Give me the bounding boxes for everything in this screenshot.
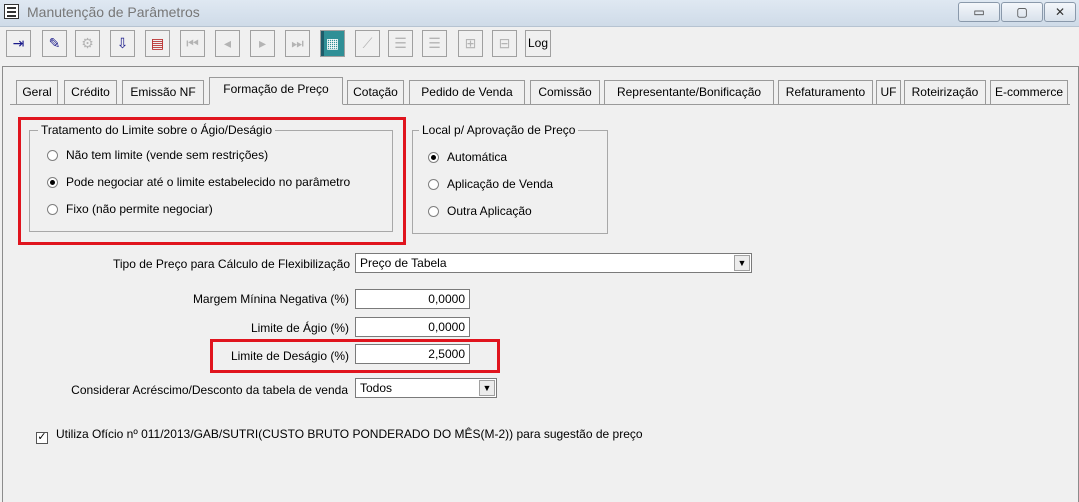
radio-automatica[interactable]: Automática bbox=[428, 150, 507, 164]
tab-credito[interactable]: Crédito bbox=[64, 80, 117, 104]
disabled-icon-2[interactable]: ☰ bbox=[388, 30, 413, 57]
eraser-icon[interactable]: ✎ bbox=[42, 30, 67, 57]
last-icon[interactable]: ⏭ bbox=[285, 30, 310, 57]
chevron-down-icon[interactable]: ▼ bbox=[479, 380, 495, 396]
checkbox-check-icon[interactable]: ✓ bbox=[36, 432, 48, 444]
title-bar: Manutenção de Parâmetros ▭ ▢ ✕ bbox=[0, 0, 1079, 27]
tab-pedido-de-venda[interactable]: Pedido de Venda bbox=[409, 80, 525, 104]
app-icon bbox=[4, 4, 19, 19]
highlight-box-desagio bbox=[210, 339, 500, 373]
tipo-preco-select[interactable]: Preço de Tabela ▼ bbox=[355, 253, 752, 273]
tab-cotacao[interactable]: Cotação bbox=[347, 80, 404, 104]
print-icon[interactable]: ▤ bbox=[145, 30, 170, 57]
download-icon[interactable]: ⇩ bbox=[110, 30, 135, 57]
radio-label: Aplicação de Venda bbox=[447, 177, 554, 191]
tab-emissao-nf[interactable]: Emissão NF bbox=[122, 80, 204, 104]
window-title: Manutenção de Parâmetros bbox=[27, 4, 200, 20]
chevron-down-icon[interactable]: ▼ bbox=[734, 255, 750, 271]
disabled-icon-1[interactable]: ⟋ bbox=[355, 30, 380, 57]
grid-icon[interactable]: ▦ bbox=[320, 30, 345, 57]
radio-label: Outra Aplicação bbox=[447, 204, 532, 218]
tab-divider bbox=[10, 104, 1070, 105]
next-icon[interactable]: ▸ bbox=[250, 30, 275, 57]
tab-representante-bonificacao[interactable]: Representante/Bonificação bbox=[604, 80, 774, 104]
tab-e-commerce[interactable]: E-commerce bbox=[990, 80, 1068, 104]
log-button[interactable]: Log bbox=[525, 30, 551, 57]
radio-button[interactable] bbox=[428, 179, 439, 190]
tab-uf[interactable]: UF bbox=[876, 80, 901, 104]
tab-geral[interactable]: Geral bbox=[16, 80, 58, 104]
highlight-box-tratamento bbox=[18, 117, 406, 245]
margem-input[interactable]: 0,0000 bbox=[355, 289, 470, 309]
margem-label: Margem Mínina Negativa (%) bbox=[192, 292, 349, 306]
tab-roteirizacao[interactable]: Roteirização bbox=[904, 80, 986, 104]
tab-formacao-de-preco[interactable]: Formação de Preço bbox=[209, 77, 343, 105]
disabled-icon-4[interactable]: ⊞ bbox=[458, 30, 483, 57]
radio-aplicacao-venda[interactable]: Aplicação de Venda bbox=[428, 177, 553, 191]
disabled-icon-5[interactable]: ⊟ bbox=[492, 30, 517, 57]
considerar-select[interactable]: Todos ▼ bbox=[355, 378, 497, 398]
maximize-button[interactable]: ▢ bbox=[1001, 2, 1043, 22]
toolbar: ⇥ ✎ ⚙ ⇩ ▤ ⏮ ◂ ▸ ⏭ ▦ ⟋ ☰ ☰ ⊞ ⊟ Log bbox=[0, 27, 1079, 63]
close-button[interactable]: ✕ bbox=[1044, 2, 1076, 22]
first-icon[interactable]: ⏮ bbox=[180, 30, 205, 57]
radio-button[interactable] bbox=[428, 206, 439, 217]
radio-outra-aplicacao[interactable]: Outra Aplicação bbox=[428, 204, 532, 218]
disabled-icon-3[interactable]: ☰ bbox=[422, 30, 447, 57]
tab-refaturamento[interactable]: Refaturamento bbox=[778, 80, 873, 104]
exit-icon[interactable]: ⇥ bbox=[6, 30, 31, 57]
considerar-value: Todos bbox=[360, 381, 393, 395]
tools-icon[interactable]: ⚙ bbox=[75, 30, 100, 57]
tipo-preco-value: Preço de Tabela bbox=[360, 256, 447, 270]
radio-label: Automática bbox=[447, 150, 508, 164]
tab-comissao[interactable]: Comissão bbox=[530, 80, 600, 104]
agio-input[interactable]: 0,0000 bbox=[355, 317, 470, 337]
prev-icon[interactable]: ◂ bbox=[215, 30, 240, 57]
oficio-label: Utiliza Ofício nº 011/2013/GAB/SUTRI(CUS… bbox=[56, 427, 643, 441]
oficio-checkbox[interactable]: ✓ Utiliza Ofício nº 011/2013/GAB/SUTRI(CU… bbox=[36, 427, 643, 444]
agio-label: Limite de Ágio (%) bbox=[250, 321, 349, 335]
local-group-title: Local p/ Aprovação de Preço bbox=[419, 123, 579, 137]
considerar-label: Considerar Acréscimo/Desconto da tabela … bbox=[71, 383, 348, 397]
radio-button-selected[interactable] bbox=[428, 152, 439, 163]
tipo-preco-label: Tipo de Preço para Cálculo de Flexibiliz… bbox=[112, 257, 350, 271]
minimize-button[interactable]: ▭ bbox=[958, 2, 1000, 22]
